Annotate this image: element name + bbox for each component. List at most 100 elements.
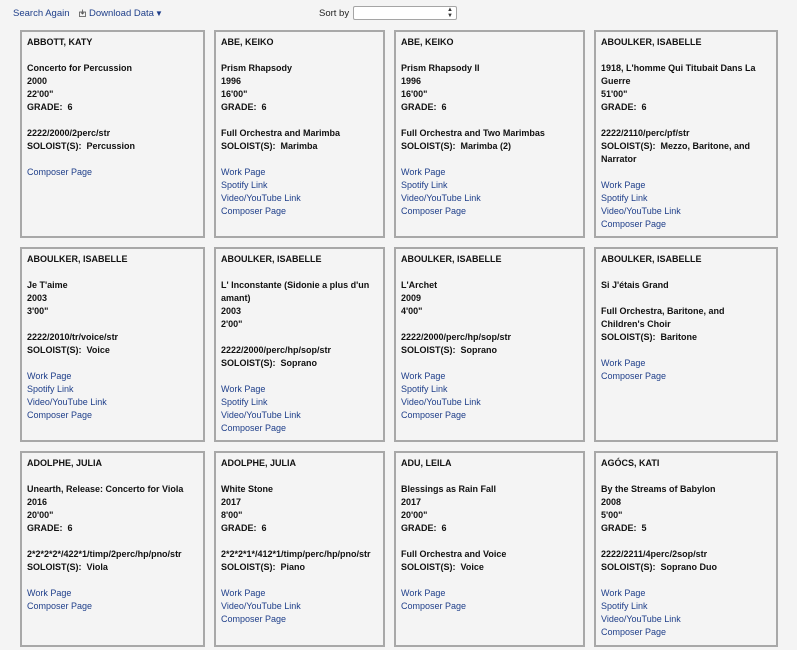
soloists: SOLOIST(S): Soprano (401, 344, 578, 357)
work-year: 2008 (601, 497, 622, 507)
grade-label: GRADE: (27, 102, 68, 112)
work-year: 2017 (401, 497, 422, 507)
composer-page-link[interactable]: Composer Page (601, 626, 771, 639)
composer-page-link[interactable]: Composer Page (221, 422, 378, 435)
video-youtube-link-link[interactable]: Video/YouTube Link (401, 396, 578, 409)
work-card: AGÓCS, KATI By the Streams of Babylon 2008… (594, 451, 778, 647)
work-duration: 16'00" (221, 89, 248, 99)
work-title: 1918, L'homme Qui Titubait Dans La (601, 63, 756, 73)
soloists-value: Narrator (601, 154, 637, 164)
spotify-link-link[interactable]: Spotify Link (601, 600, 771, 613)
work-page-link[interactable]: Work Page (401, 587, 578, 600)
work-page-link[interactable]: Work Page (401, 370, 578, 383)
video-youtube-link-link[interactable]: Video/YouTube Link (221, 600, 378, 613)
soloists: SOLOIST(S): Piano (221, 561, 378, 574)
work-title: Concerto for Percussion (27, 63, 133, 73)
work-title: Prism Rhapsody II (401, 63, 480, 73)
work-duration: 3'00" (27, 306, 49, 316)
work-page-link[interactable]: Work Page (601, 179, 771, 192)
work-title: L' Inconstante (Sidonie a plus d'un (221, 280, 370, 290)
sort-select[interactable]: ▲ ▼ (353, 6, 457, 20)
work-page-link[interactable]: Work Page (221, 587, 378, 600)
work-title: Blessings as Rain Fall (401, 484, 497, 494)
video-youtube-link-link[interactable]: Video/YouTube Link (601, 205, 771, 218)
composer-page-link[interactable]: Composer Page (27, 166, 198, 179)
spotify-link-link[interactable]: Spotify Link (221, 179, 378, 192)
work-grade: GRADE: 6 (401, 522, 578, 535)
soloists-label: SOLOIST(S): (221, 562, 276, 572)
spotify-link-link[interactable]: Spotify Link (27, 383, 198, 396)
grade-label: GRADE: (27, 523, 68, 533)
search-again-link[interactable]: Search Again (13, 8, 70, 19)
spotify-link-link[interactable]: Spotify Link (401, 179, 578, 192)
work-page-link[interactable]: Work Page (601, 587, 771, 600)
composer-page-link[interactable]: Composer Page (27, 600, 198, 613)
work-card: ABE, KEIKO Prism Rhapsody II 1996 16'00" GRA… (394, 30, 585, 238)
video-youtube-link-link[interactable]: Video/YouTube Link (221, 409, 378, 422)
download-data-link[interactable]: Download Data▼ (79, 8, 163, 19)
video-youtube-link-link[interactable]: Video/YouTube Link (401, 192, 578, 205)
grade-label: GRADE: (601, 102, 642, 112)
soloists-value: Viola (86, 562, 108, 572)
video-youtube-link-link[interactable]: Video/YouTube Link (601, 613, 771, 626)
composer-page-link[interactable]: Composer Page (221, 613, 378, 626)
work-year: 2003 (221, 306, 242, 316)
select-arrows-icon: ▲ ▼ (447, 7, 453, 19)
composer-name: ABOULKER, ISABELLE (27, 254, 128, 264)
composer-page-link[interactable]: Composer Page (601, 218, 771, 231)
work-page-link[interactable]: Work Page (601, 357, 771, 370)
video-youtube-link-link[interactable]: Video/YouTube Link (27, 396, 198, 409)
video-youtube-link-link[interactable]: Video/YouTube Link (221, 192, 378, 205)
work-duration: 16'00" (401, 89, 428, 99)
work-page-link[interactable]: Work Page (221, 383, 378, 396)
work-page-link[interactable]: Work Page (27, 587, 198, 600)
composer-page-link[interactable]: Composer Page (401, 409, 578, 422)
results-toolbar: Search Again Download Data▼ Sort by ▲ ▼ (0, 0, 797, 28)
soloists: SOLOIST(S): Marimba (2) (401, 140, 578, 153)
spotify-link-link[interactable]: Spotify Link (401, 383, 578, 396)
composer-page-link[interactable]: Composer Page (221, 205, 378, 218)
composer-page-link[interactable]: Composer Page (27, 409, 198, 422)
spotify-link-link[interactable]: Spotify Link (601, 192, 771, 205)
work-page-link[interactable]: Work Page (27, 370, 198, 383)
soloists-value: Piano (280, 562, 306, 572)
soloists-label: SOLOIST(S): (27, 345, 82, 355)
composer-page-link[interactable]: Composer Page (401, 600, 578, 613)
grade-label: GRADE: (221, 102, 262, 112)
composer-name: ABOULKER, ISABELLE (401, 254, 502, 264)
work-page-link[interactable]: Work Page (401, 166, 578, 179)
work-grade: GRADE: 6 (401, 101, 578, 114)
spotify-link-link[interactable]: Spotify Link (221, 396, 378, 409)
instrumentation: 2222/2211/4perc/2sop/str (601, 549, 708, 559)
work-page-link[interactable]: Work Page (221, 166, 378, 179)
instrumentation: 2222/2110/perc/pf/str (601, 128, 690, 138)
composer-page-link[interactable]: Composer Page (601, 370, 771, 383)
grade-value: 6 (441, 102, 447, 112)
work-card: ABOULKER, ISABELLE Si J'étais Grand Full O… (594, 247, 778, 442)
soloists: SOLOIST(S): Percussion (27, 140, 198, 153)
work-duration: 20'00" (401, 510, 428, 520)
work-title: Guerre (601, 76, 631, 86)
soloists: SOLOIST(S): Soprano (221, 357, 378, 370)
grade-label: GRADE: (401, 102, 442, 112)
instrumentation: 2*2*2*2*/422*1/timp/2perc/hp/pno/str (27, 549, 182, 559)
composer-name: ABOULKER, ISABELLE (601, 37, 702, 47)
soloists-value: Marimba (280, 141, 318, 151)
instrumentation: Full Orchestra and Marimba (221, 128, 341, 138)
work-card: ADOLPHE, JULIA Unearth, Release: Concerto… (20, 451, 205, 647)
instrumentation: 2*2*2*1*/412*1/timp/perc/hp/pno/str (221, 549, 371, 559)
composer-page-link[interactable]: Composer Page (401, 205, 578, 218)
soloists: SOLOIST(S): Viola (27, 561, 198, 574)
